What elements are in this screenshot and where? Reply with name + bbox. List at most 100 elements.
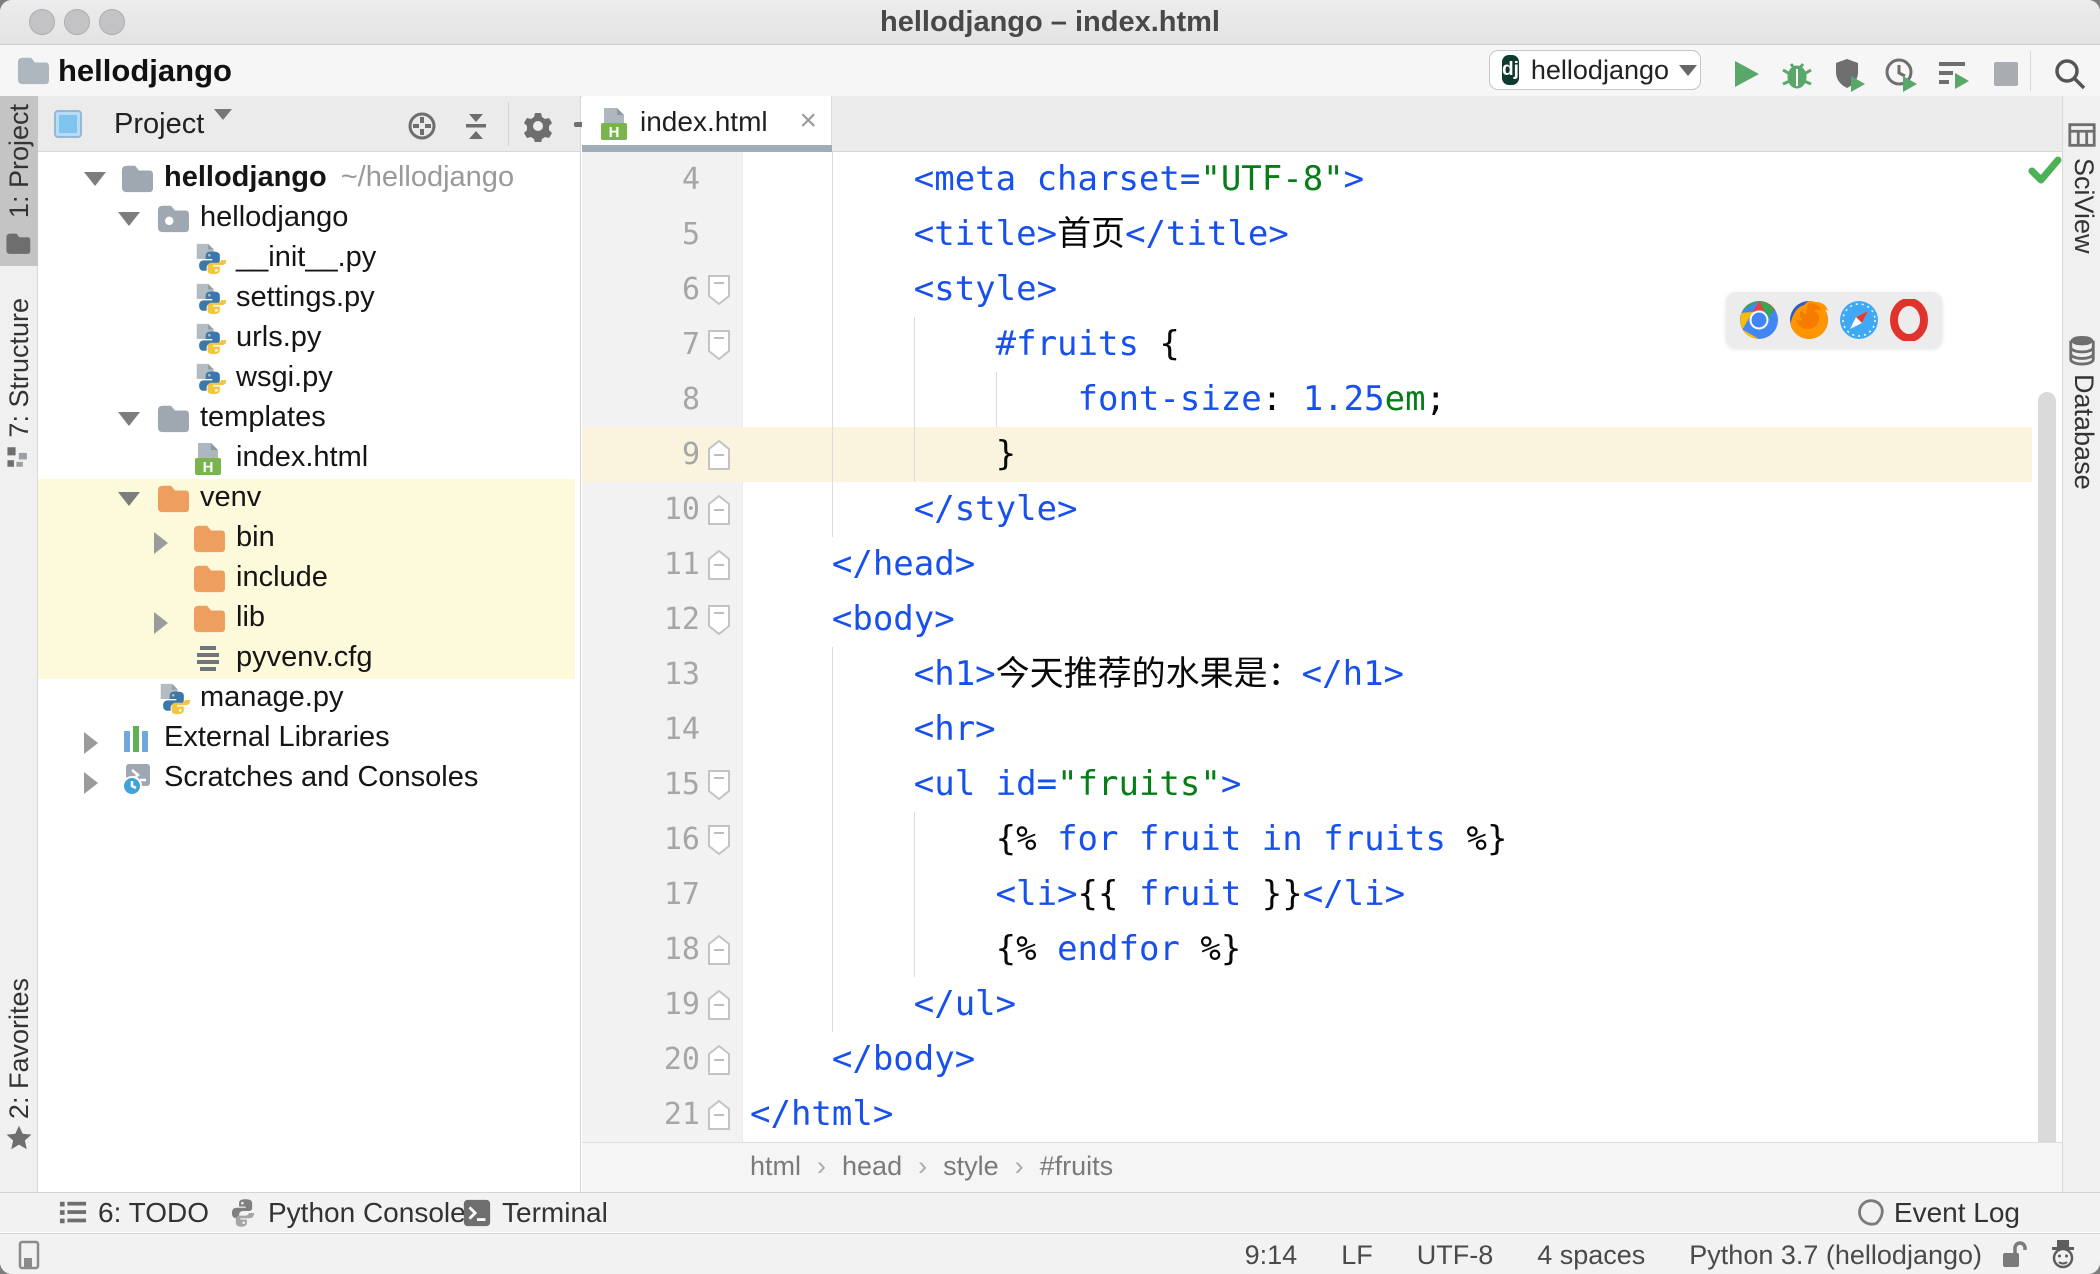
fold-start-icon[interactable]: [706, 604, 732, 636]
code-line-11[interactable]: 11 </head>: [582, 537, 2062, 592]
code-line-15[interactable]: 15 <ul id="fruits">: [582, 757, 2062, 812]
code-line-8[interactable]: 8 font-size: 1.25em;: [582, 372, 2062, 427]
project-panel-title[interactable]: Project: [114, 108, 204, 141]
fold-end-icon[interactable]: [706, 1044, 732, 1076]
chevron-collapsed-icon[interactable]: [154, 532, 168, 554]
sciview-icon[interactable]: [2067, 120, 2097, 150]
tab-index-html[interactable]: H index.html ×: [582, 96, 832, 151]
tree-item-wsgi-py[interactable]: wsgi.py: [38, 359, 580, 399]
tree-item-manage-py[interactable]: manage.py: [38, 679, 580, 719]
chevron-collapsed-icon[interactable]: [84, 732, 98, 754]
profiler-clock-icon[interactable]: [1883, 56, 1919, 92]
event-log-button[interactable]: Event Log: [1854, 1197, 2020, 1229]
tool-button-sciview[interactable]: SciView: [2068, 158, 2099, 254]
project-view-icon[interactable]: [52, 108, 84, 140]
fold-start-icon[interactable]: [706, 824, 732, 856]
fold-end-icon[interactable]: [706, 934, 732, 966]
status-python-interpreter[interactable]: Python 3.7 (hellodjango): [1689, 1240, 1982, 1271]
chevron-expanded-icon[interactable]: [118, 492, 140, 506]
breadcrumb[interactable]: hellodjango: [58, 53, 232, 89]
run-configuration-select[interactable]: dj hellodjango: [1489, 50, 1701, 90]
fold-start-icon[interactable]: [706, 329, 732, 361]
code-line-17[interactable]: 17 <li>{{ fruit }}</li>: [582, 867, 2062, 922]
debug-icon[interactable]: [1779, 56, 1815, 92]
chevron-collapsed-icon[interactable]: [84, 772, 98, 794]
tree-item-hellodjango[interactable]: hellodjango: [38, 199, 580, 239]
breadcrumb-fruits[interactable]: #fruits: [1040, 1151, 1114, 1181]
status-indent-style[interactable]: 4 spaces: [1537, 1240, 1645, 1271]
tree-item-include[interactable]: include: [38, 559, 580, 599]
tree-item-templates[interactable]: templates: [38, 399, 580, 439]
code-line-14[interactable]: 14 <hr>: [582, 702, 2062, 757]
tool-button-structure[interactable]: 7: Structure: [4, 298, 35, 438]
tree-item-pyvenv-cfg[interactable]: pyvenv.cfg: [38, 639, 580, 679]
safari-browser-icon[interactable]: [1838, 299, 1880, 341]
tree-item-settings-py[interactable]: settings.py: [38, 279, 580, 319]
locate-icon[interactable]: [406, 110, 438, 142]
check-icon[interactable]: [2028, 156, 2062, 186]
chevron-collapsed-icon[interactable]: [154, 612, 168, 634]
code-line-21[interactable]: 21 </html>: [582, 1087, 2062, 1142]
search-icon[interactable]: [2052, 56, 2088, 92]
code-line-13[interactable]: 13 <h1>今天推荐的水果是：</h1>: [582, 647, 2062, 702]
fold-start-icon[interactable]: [706, 274, 732, 306]
status-file-encoding[interactable]: UTF-8: [1417, 1240, 1494, 1271]
code-line-9[interactable]: 9 }: [582, 427, 2062, 482]
fold-end-icon[interactable]: [706, 989, 732, 1021]
code-line-16[interactable]: 16 {% for fruit in fruits %}: [582, 812, 2062, 867]
unlocked-icon[interactable]: [2000, 1240, 2028, 1270]
project-tool-icon[interactable]: [5, 230, 31, 256]
status-caret-position[interactable]: 9:14: [1245, 1240, 1298, 1271]
breadcrumb-style[interactable]: style: [943, 1151, 999, 1181]
chevron-expanded-icon[interactable]: [118, 212, 140, 226]
toolwindow-switcher-icon[interactable]: [16, 1240, 46, 1270]
code-line-5[interactable]: 5 <title>首页</title>: [582, 207, 2062, 262]
tool-button-terminal[interactable]: Terminal: [462, 1197, 608, 1229]
editor-scrollbar[interactable]: [2038, 392, 2056, 1142]
gear-icon[interactable]: [522, 110, 554, 142]
firefox-browser-icon[interactable]: [1788, 299, 1830, 341]
tool-button-favorites[interactable]: 2: Favorites: [4, 978, 35, 1119]
tree-item-external-libraries[interactable]: External Libraries: [38, 719, 580, 759]
fold-end-icon[interactable]: [706, 439, 732, 471]
tree-item-lib[interactable]: lib: [38, 599, 580, 639]
chrome-browser-icon[interactable]: [1738, 299, 1780, 341]
favorites-star-icon[interactable]: [5, 1124, 33, 1152]
opera-browser-icon[interactable]: [1888, 299, 1930, 341]
collapse-all-icon[interactable]: [460, 110, 492, 142]
code-line-4[interactable]: 4 <meta charset="UTF-8">: [582, 152, 2062, 207]
tool-button-database[interactable]: Database: [2068, 374, 2099, 490]
multirun-icon[interactable]: [1935, 56, 1971, 92]
tree-item-hellodjango[interactable]: hellodjango ~/hellodjango: [38, 159, 580, 199]
tree-item-venv[interactable]: venv: [38, 479, 580, 519]
tree-item--init-py[interactable]: __init__.py: [38, 239, 580, 279]
chevron-expanded-icon[interactable]: [84, 172, 106, 186]
close-icon[interactable]: ×: [799, 104, 817, 138]
fold-end-icon[interactable]: [706, 494, 732, 526]
code-line-20[interactable]: 20 </body>: [582, 1032, 2062, 1087]
structure-tool-icon[interactable]: [5, 444, 31, 470]
fold-end-icon[interactable]: [706, 549, 732, 581]
hector-inspector-icon[interactable]: [2048, 1238, 2078, 1270]
chevron-expanded-icon[interactable]: [118, 412, 140, 426]
tree-item-urls-py[interactable]: urls.py: [38, 319, 580, 359]
breadcrumb-html[interactable]: html: [750, 1151, 801, 1181]
tree-item-index-html[interactable]: Hindex.html: [38, 439, 580, 479]
coverage-shield-icon[interactable]: [1831, 56, 1867, 92]
status-line-separator[interactable]: LF: [1341, 1240, 1373, 1271]
fold-end-icon[interactable]: [706, 1099, 732, 1131]
run-icon[interactable]: [1727, 56, 1763, 92]
code-line-19[interactable]: 19 </ul>: [582, 977, 2062, 1032]
tool-button-project[interactable]: 1: Project: [4, 104, 35, 218]
code-line-18[interactable]: 18 {% endfor %}: [582, 922, 2062, 977]
tool-button-todo[interactable]: 6: TODO: [58, 1197, 209, 1229]
code-line-10[interactable]: 10 </style>: [582, 482, 2062, 537]
tree-item-bin[interactable]: bin: [38, 519, 580, 559]
tree-item-scratches-and-consoles[interactable]: Scratches and Consoles: [38, 759, 580, 799]
tool-button-console[interactable]: Python Console: [228, 1197, 466, 1229]
code-area[interactable]: 4 <meta charset="UTF-8"> 5 <title>首页</tit…: [582, 152, 2062, 1142]
code-line-12[interactable]: 12 <body>: [582, 592, 2062, 647]
fold-start-icon[interactable]: [706, 769, 732, 801]
breadcrumb-head[interactable]: head: [842, 1151, 902, 1181]
database-icon[interactable]: [2067, 334, 2097, 366]
